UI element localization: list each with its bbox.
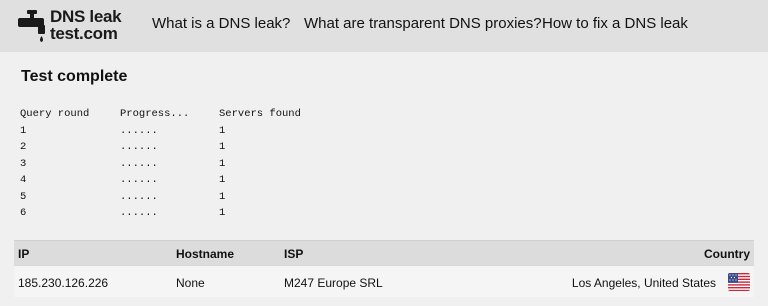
page-title: Test complete <box>21 68 128 85</box>
dns-results-table: IP Hostname ISP Country 185.230.126.226 … <box>14 240 754 297</box>
servers-found: 1 <box>219 207 226 219</box>
query-round: 1 <box>20 124 27 137</box>
column-header-hostname: Hostname <box>176 247 235 261</box>
nav-link-fix-dns-leak[interactable]: How to fix a DNS leak <box>542 15 688 32</box>
query-header-row: Query round Progress... Servers found <box>20 108 340 125</box>
query-round: 6 <box>20 207 27 219</box>
us-flag-icon <box>728 273 750 291</box>
column-header-query-round: Query round <box>20 108 90 120</box>
column-header-progress: Progress... <box>120 108 190 120</box>
query-progress: ...... <box>120 124 158 137</box>
query-row: 6 ...... 1 <box>20 207 340 224</box>
result-country: Los Angeles, United States <box>571 276 716 290</box>
query-progress: ...... <box>120 141 158 153</box>
servers-found: 1 <box>219 157 226 170</box>
nav-link-transparent-dns-proxies[interactable]: What are transparent DNS proxies? <box>304 15 542 32</box>
logo-text: DNS leak test.com <box>50 7 122 43</box>
query-round: 2 <box>20 141 27 153</box>
logo-line-2: test.com <box>50 24 118 43</box>
servers-found: 1 <box>219 190 226 203</box>
query-progress: ...... <box>120 157 158 170</box>
query-progress: ...... <box>120 190 158 203</box>
faucet-icon <box>18 10 45 42</box>
query-row: 3 ...... 1 <box>20 158 340 175</box>
query-round: 4 <box>20 174 27 186</box>
column-header-isp: ISP <box>284 247 304 261</box>
query-rounds-table: Query round Progress... Servers found 1 … <box>20 108 340 224</box>
query-row: 5 ...... 1 <box>20 191 340 208</box>
query-row: 1 ...... 1 <box>20 125 340 142</box>
servers-found: 1 <box>219 141 226 153</box>
nav-link-what-is-dns-leak[interactable]: What is a DNS leak? <box>152 15 290 32</box>
result-ip: 185.230.126.226 <box>18 276 109 290</box>
column-header-servers-found: Servers found <box>219 108 301 120</box>
results-header-row: IP Hostname ISP Country <box>14 240 754 265</box>
logo-line-1: DNS leak <box>50 7 122 26</box>
result-isp: M247 Europe SRL <box>284 276 383 290</box>
query-round: 3 <box>20 157 27 170</box>
query-progress: ...... <box>120 207 158 219</box>
column-header-country: Country <box>704 247 750 261</box>
column-header-ip: IP <box>18 247 30 261</box>
table-row: 185.230.126.226 None M247 Europe SRL Los… <box>14 265 754 297</box>
site-logo[interactable]: DNS leak test.com <box>16 6 126 44</box>
query-round: 5 <box>20 190 27 203</box>
servers-found: 1 <box>219 124 226 137</box>
query-row: 2 ...... 1 <box>20 141 340 158</box>
query-row: 4 ...... 1 <box>20 174 340 191</box>
query-progress: ...... <box>120 174 158 186</box>
site-header: DNS leak test.com What is a DNS leak? Wh… <box>0 0 768 52</box>
servers-found: 1 <box>219 174 226 186</box>
result-hostname: None <box>176 276 205 290</box>
